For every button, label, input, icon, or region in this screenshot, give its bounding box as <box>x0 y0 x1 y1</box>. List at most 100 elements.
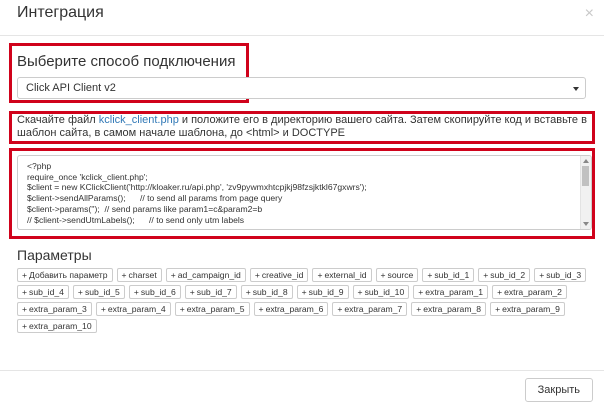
param-tag-label: extra_param_6 <box>265 304 324 314</box>
plus-icon: + <box>416 304 422 314</box>
param-tag-label: sub_id_2 <box>490 270 526 280</box>
param-tag-label: sub_id_6 <box>140 287 176 297</box>
plus-icon: + <box>179 304 185 314</box>
param-tag-sub-id-6[interactable]: + sub_id_6 <box>128 285 181 299</box>
param-tag-charset[interactable]: + charset <box>116 268 162 282</box>
connection-heading: Выберите способ подключения <box>17 53 236 70</box>
param-tag-sub-id-8[interactable]: + sub_id_8 <box>240 285 293 299</box>
plus-icon: + <box>337 304 343 314</box>
param-tag-extra-param-1[interactable]: + extra_param_1 <box>413 285 489 299</box>
close-icon[interactable]: × <box>585 6 594 22</box>
plus-icon: + <box>22 304 28 314</box>
modal-title: Интеграция <box>17 4 104 21</box>
param-tags: + Добавить параметр + charset + ad_campaign_… <box>17 268 592 333</box>
plus-icon: + <box>22 321 28 331</box>
param-tag-label: sub_id_9 <box>308 287 344 297</box>
param-tag-label: sub_id_4 <box>29 287 64 297</box>
param-tag-extra-param-4[interactable]: + extra_param_4 <box>95 302 171 316</box>
param-tag-extra-param-7[interactable]: + extra_param_7 <box>332 302 408 316</box>
param-tag-extra-param-9[interactable]: + extra_param_9 <box>490 302 565 316</box>
plus-icon: + <box>483 270 489 280</box>
param-tag-source[interactable]: + source <box>375 268 419 282</box>
param-tag-label: sub_id_3 <box>546 270 582 280</box>
param-tag-label: ad_campaign_id <box>177 270 241 280</box>
close-button[interactable]: Закрыть <box>524 378 593 402</box>
param-tag-external-id[interactable]: + external_id <box>312 268 372 282</box>
plus-icon: + <box>539 270 545 280</box>
modal-footer: Закрыть <box>0 370 604 403</box>
param-tag-label: sub_id_10 <box>364 287 405 297</box>
param-tag-label: extra_param_4 <box>107 304 166 314</box>
param-tag-label: extra_param_7 <box>344 304 403 314</box>
param-tag-creative-id[interactable]: + creative_id <box>249 268 309 282</box>
plus-icon: + <box>22 270 28 280</box>
param-tag-extra-param-2[interactable]: + extra_param_2 <box>492 285 567 299</box>
add-param-button[interactable]: + Добавить параметр <box>17 268 113 282</box>
param-tag-label: charset <box>128 270 157 280</box>
param-tag-extra-param-3[interactable]: + extra_param_3 <box>17 302 92 316</box>
param-tag-sub-id-4[interactable]: + sub_id_4 <box>17 285 69 299</box>
download-link[interactable]: kclick_client.php <box>99 114 179 126</box>
plus-icon: + <box>170 270 176 280</box>
param-tag-label: extra_param_2 <box>504 287 562 297</box>
code-scrollbar[interactable] <box>580 156 591 229</box>
param-tag-sub-id-3[interactable]: + sub_id_3 <box>534 268 587 282</box>
param-tag-label: creative_id <box>261 270 304 280</box>
param-tag-label: sub_id_5 <box>84 287 120 297</box>
add-param-label: Добавить параметр <box>29 270 108 280</box>
code-line: // $client->sendUtmLabels(); // to send … <box>27 214 245 225</box>
params-heading: Параметры <box>17 247 92 263</box>
param-tag-label: sub_id_1 <box>434 270 470 280</box>
param-tag-label: extra_param_9 <box>502 304 560 314</box>
param-tag-label: external_id <box>324 270 367 280</box>
plus-icon: + <box>77 287 83 297</box>
code-line: $client->sendAllParams(); // to send all… <box>27 193 283 204</box>
param-tag-extra-param-6[interactable]: + extra_param_6 <box>253 302 329 316</box>
param-tag-extra-param-5[interactable]: + extra_param_5 <box>174 302 250 316</box>
plus-icon: + <box>22 287 28 297</box>
param-tag-label: extra_param_1 <box>425 287 484 297</box>
plus-icon: + <box>427 270 433 280</box>
plus-icon: + <box>497 287 503 297</box>
param-tag-sub-id-10[interactable]: + sub_id_10 <box>352 285 410 299</box>
instructions-prefix: Скачайте файл <box>17 114 99 126</box>
scroll-up-icon[interactable] <box>583 159 589 163</box>
code-line: require_once 'kclick_client.php'; <box>27 171 148 182</box>
modal-header: Интеграция × <box>0 0 604 36</box>
code-textarea[interactable]: <?php require_once 'kclick_client.php'; $c… <box>17 155 592 230</box>
plus-icon: + <box>189 287 195 297</box>
plus-icon: + <box>133 287 139 297</box>
plus-icon: + <box>380 270 386 280</box>
plus-icon: + <box>121 270 127 280</box>
plus-icon: + <box>495 304 501 314</box>
plus-icon: + <box>317 270 323 280</box>
plus-icon: + <box>301 287 307 297</box>
connection-method-value: Click API Client v2 <box>26 82 116 94</box>
param-tag-sub-id-2[interactable]: + sub_id_2 <box>478 268 531 282</box>
param-tag-label: sub_id_8 <box>252 287 288 297</box>
param-tag-ad-campaign-id[interactable]: + ad_campaign_id <box>165 268 246 282</box>
plus-icon: + <box>357 287 363 297</box>
code-line: <?php <box>27 161 52 171</box>
plus-icon: + <box>254 270 260 280</box>
param-tag-extra-param-10[interactable]: + extra_param_10 <box>17 319 97 333</box>
param-tag-sub-id-5[interactable]: + sub_id_5 <box>72 285 125 299</box>
param-tag-sub-id-9[interactable]: + sub_id_9 <box>296 285 349 299</box>
plus-icon: + <box>418 287 424 297</box>
caret-down-icon <box>573 87 579 91</box>
connection-method-select[interactable]: Click API Client v2 <box>17 77 586 99</box>
param-tag-label: source <box>387 270 414 280</box>
param-tag-extra-param-8[interactable]: + extra_param_8 <box>411 302 487 316</box>
code-line: $client = new KClickClient('http://kloak… <box>27 182 367 193</box>
plus-icon: + <box>100 304 106 314</box>
param-tag-label: extra_param_5 <box>186 304 245 314</box>
code-line: $client->params(''); // send params like… <box>27 203 263 214</box>
plus-icon: + <box>258 304 264 314</box>
param-tag-sub-id-7[interactable]: + sub_id_7 <box>184 285 237 299</box>
scroll-thumb[interactable] <box>582 166 589 186</box>
plus-icon: + <box>245 287 251 297</box>
scroll-down-icon[interactable] <box>583 222 589 226</box>
code-lines: <?php require_once 'kclick_client.php'; $c… <box>27 161 367 225</box>
param-tag-sub-id-1[interactable]: + sub_id_1 <box>422 268 475 282</box>
param-tag-label: extra_param_10 <box>29 321 92 331</box>
